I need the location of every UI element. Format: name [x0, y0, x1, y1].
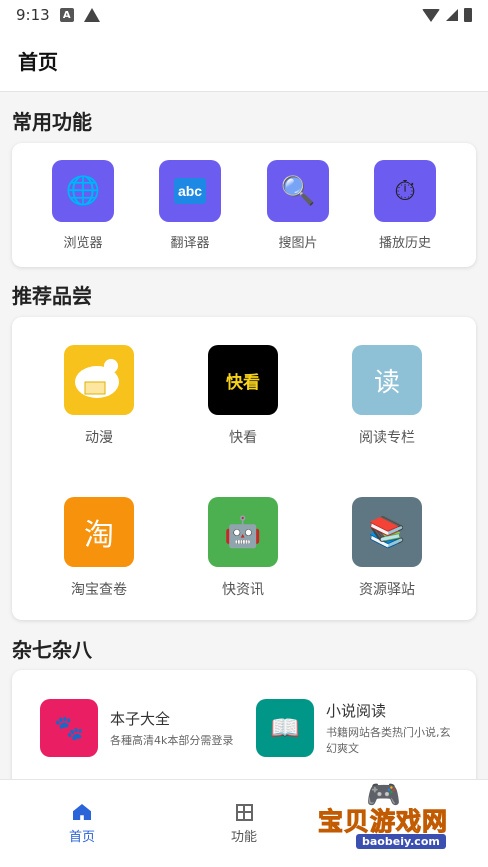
warning-icon	[83, 8, 100, 22]
stopwatch-icon: ⏱	[374, 160, 436, 222]
doujin-collection-button[interactable]: 🐾 本子大全 各種高清4k本部分需登录	[40, 699, 250, 757]
image-search-button[interactable]: 🔍 搜图片	[248, 160, 348, 251]
watermark-text: 宝贝游戏网	[317, 807, 449, 837]
wifi-icon	[422, 8, 440, 22]
nav-features-label: 功能	[230, 830, 257, 845]
paw-icon: 🐾	[40, 699, 98, 757]
notification-a-icon: A	[59, 8, 74, 22]
translator-label: 翻译器	[170, 236, 210, 251]
quick-news-button[interactable]: 🤖 快资讯	[183, 497, 303, 599]
read-icon: 读	[352, 345, 422, 415]
browser-label: 浏览器	[63, 236, 103, 251]
kuaikan-icon: 快看	[208, 345, 278, 415]
nav-home-label: 首页	[68, 830, 95, 845]
books-icon: 📚	[352, 497, 422, 567]
play-history-label: 播放历史	[378, 236, 431, 251]
status-time: 9:13	[16, 6, 50, 24]
resource-station-button[interactable]: 📚 资源驿站	[327, 497, 447, 599]
abc-icon: abc	[159, 160, 221, 222]
novel-reading-button[interactable]: 📖 小说阅读 书籍网站各类热门小说,玄幻爽文	[256, 699, 456, 757]
recommend-card: 动漫 快看 快看 读 阅读专栏 淘 淘宝查卷 🤖 快资讯 📚 资源驿站	[12, 317, 476, 620]
magnifier-icon: 🔍	[267, 160, 329, 222]
resource-station-label: 资源驿站	[359, 582, 415, 598]
doujin-collection-title: 本子大全	[110, 709, 171, 728]
quick-news-label: 快资讯	[222, 582, 264, 598]
robot-icon: 🤖	[208, 497, 278, 567]
read-column-button[interactable]: 读 阅读专栏	[327, 345, 447, 447]
read-column-label: 阅读专栏	[359, 430, 415, 446]
browser-button[interactable]: 🌐 浏览器	[33, 160, 133, 251]
section-title-misc: 杂七杂八	[12, 638, 92, 662]
app-bar: 首页	[0, 30, 488, 92]
kuaikan-label: 快看	[229, 430, 257, 446]
anime-icon	[64, 345, 134, 415]
home-icon	[73, 804, 91, 820]
kuaikan-button[interactable]: 快看 快看	[183, 345, 303, 447]
battery-icon	[464, 8, 472, 22]
doujin-collection-desc: 各種高清4k本部分需登录	[110, 733, 234, 747]
grid-icon	[235, 803, 253, 821]
taobao-label: 淘宝查卷	[71, 582, 127, 598]
novel-reading-title: 小说阅读	[326, 702, 387, 721]
taobao-icon: 淘	[64, 497, 134, 567]
nav-home-tab[interactable]: 首页	[42, 802, 122, 845]
common-functions-card: 🌐 浏览器 abc 翻译器 🔍 搜图片 ⏱ 播放历史	[12, 143, 476, 267]
watermark-logo: 🎮 宝贝游戏网 baobeiy.com	[316, 778, 486, 864]
anime-button[interactable]: 动漫	[39, 345, 159, 447]
page-title: 首页	[18, 50, 58, 74]
section-title-common: 常用功能	[12, 110, 92, 134]
taobao-button[interactable]: 淘 淘宝查卷	[39, 497, 159, 599]
image-search-label: 搜图片	[278, 236, 318, 251]
nav-features-tab[interactable]: 功能	[204, 802, 284, 845]
status-bar: 9:13 A	[0, 0, 488, 30]
watermark-url: baobeiy.com	[356, 834, 446, 849]
globe-icon: 🌐	[52, 160, 114, 222]
translator-button[interactable]: abc 翻译器	[140, 160, 240, 251]
open-book-icon: 📖	[256, 699, 314, 757]
section-title-recommend: 推荐品尝	[12, 284, 92, 308]
play-history-button[interactable]: ⏱ 播放历史	[355, 160, 455, 251]
anime-label: 动漫	[85, 430, 113, 446]
signal-icon	[446, 9, 458, 21]
novel-reading-desc: 书籍网站各类热门小说,玄幻爽文	[326, 726, 451, 755]
